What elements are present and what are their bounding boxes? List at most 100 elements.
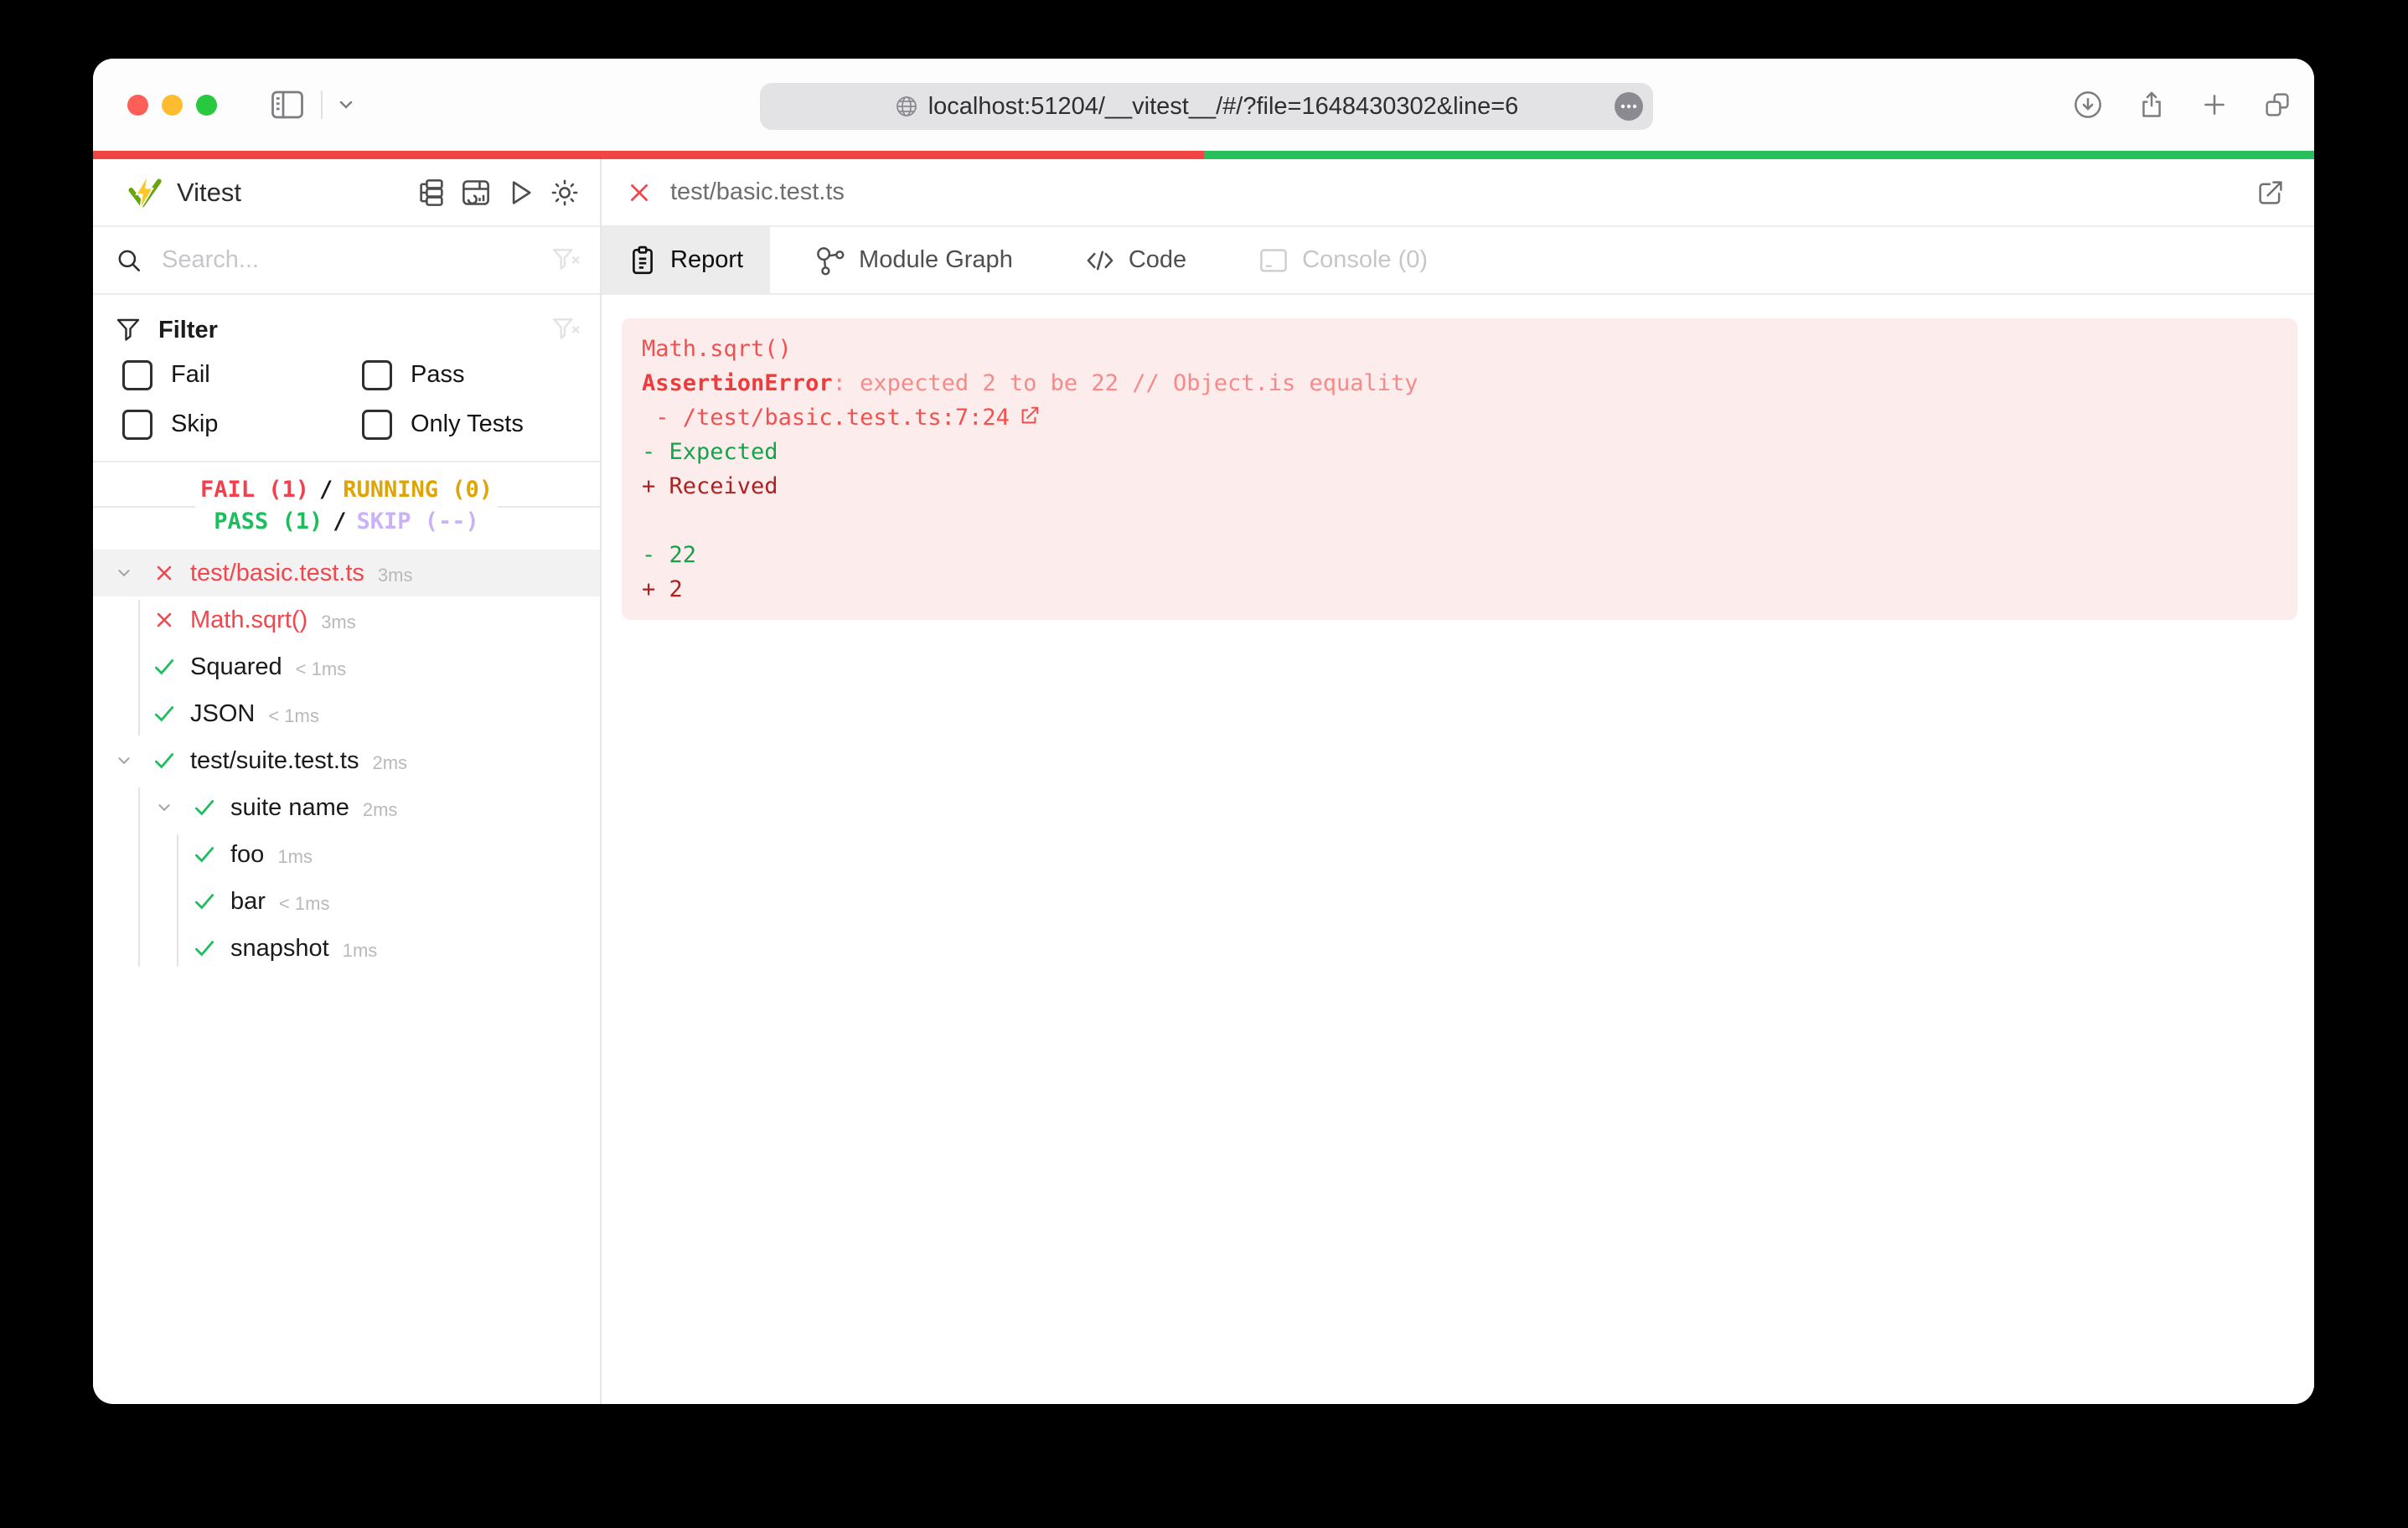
stack-trace-line: - /test/basic.test.ts:7:24 [642,405,1040,431]
test-label: test/suite.test.ts [190,746,359,774]
chevron-down-icon[interactable] [110,750,138,772]
list-tree-icon[interactable] [416,178,447,208]
close-window-button[interactable] [127,94,148,116]
test-label: suite name [230,793,349,821]
test-duration: 2ms [362,799,398,820]
test-tree-row[interactable]: test/basic.test.ts 3ms [93,550,600,596]
filter-option-skip[interactable]: Skip [122,400,362,449]
browser-window: localhost:51204/__vitest__/#/?file=16484… [93,59,2314,1404]
test-duration: 1ms [277,846,313,867]
filter-panel: Filter Fail Pass Skip Only Tests [93,295,600,462]
tab-report[interactable]: Report [602,227,771,293]
pass-icon [150,654,178,679]
checkbox-only-tests[interactable] [362,409,392,440]
summary-separator: / [333,508,347,534]
tab-label: Report [670,246,744,273]
chevron-down-icon[interactable] [336,95,356,115]
filter-option-fail[interactable]: Fail [122,350,362,400]
chevron-down-icon[interactable] [110,562,138,584]
share-icon[interactable] [2137,90,2167,120]
test-duration: < 1ms [278,893,330,914]
filter-option-only-tests[interactable]: Only Tests [362,400,581,449]
filter-option-pass[interactable]: Pass [362,350,581,400]
url-text: localhost:51204/__vitest__/#/?file=16484… [928,92,1519,120]
tab-overview-icon[interactable] [2262,90,2292,120]
test-duration: 1ms [342,940,378,961]
open-in-editor-icon[interactable] [1018,405,1040,427]
chevron-down-icon[interactable] [150,797,178,818]
new-tab-icon[interactable] [2200,90,2229,119]
address-bar[interactable]: localhost:51204/__vitest__/#/?file=16484… [760,83,1653,130]
checkbox-pass[interactable] [362,359,392,390]
globe-icon [895,95,918,118]
checkbox-fail[interactable] [122,359,152,390]
sidebar: Vitest Search... Filter Fail Pass Skip O… [93,159,602,1404]
minimize-window-button[interactable] [162,94,183,116]
report-view: Math.sqrt() AssertionError: expected 2 t… [602,295,2314,1404]
pass-icon [190,889,219,914]
progress-fail-segment [93,151,1204,159]
test-duration: 3ms [321,612,356,632]
funnel-icon [115,317,143,343]
search-bar [93,227,600,295]
diff-received-label: + Received [642,473,778,499]
test-tree-row[interactable]: snapshot 1ms [93,925,600,972]
fail-icon [150,561,178,585]
main-panel: test/basic.test.ts Report Module Graph C… [602,159,2314,1404]
test-tree: test/basic.test.ts 3ms Math.sqrt() 3ms S… [93,550,600,1404]
tab-console[interactable]: Console (0) [1232,227,1455,293]
error-name: AssertionError [642,370,833,396]
test-label: foo [230,840,265,868]
page-settings-button[interactable] [1615,92,1643,121]
filter-header: Filter [115,310,581,350]
tab-label: Code [1128,246,1187,273]
pass-icon [190,795,219,820]
vitest-logo-icon [125,173,163,212]
search-input[interactable] [160,245,551,275]
test-tree-row[interactable]: JSON < 1ms [93,690,600,737]
test-label: Math.sqrt() [190,606,308,633]
summary-separator: / [318,477,333,503]
tab-module-graph[interactable]: Module Graph [788,227,1040,293]
search-icon [115,246,143,275]
sidebar-toggle-icon[interactable] [271,90,304,120]
tab-label: Module Graph [859,246,1013,273]
clear-search-filter-icon[interactable] [551,245,581,276]
stack-trace-link[interactable]: /test/basic.test.ts:7:24 [683,405,1010,431]
summary-line-1: FAIL (1) / RUNNING (0) [181,474,512,506]
zoom-window-button[interactable] [196,94,217,116]
test-summary: FAIL (1) / RUNNING (0) PASS (1) / SKIP (--) [93,462,600,550]
dashboard-icon[interactable] [461,178,491,208]
window-controls [127,94,217,116]
test-tree-row[interactable]: bar < 1ms [93,878,600,925]
diff-expected-label: - Expected [642,439,778,465]
test-tree-row[interactable]: Math.sqrt() 3ms [93,596,600,643]
view-tabs: Report Module Graph Code Console (0) [602,227,2314,295]
downloads-icon[interactable] [2073,90,2103,120]
test-tree-row[interactable]: foo 1ms [93,831,600,878]
toolbar-separator [321,90,323,119]
run-all-icon[interactable] [505,178,535,208]
test-label: Squared [190,653,282,680]
clipboard-icon [628,245,657,276]
test-tree-row[interactable]: test/suite.test.ts 2ms [93,737,600,784]
test-tree-row[interactable]: suite name 2ms [93,784,600,831]
toolbar-actions [2073,59,2292,151]
screenshot-root: { "browser": { "url": "localhost:51204/_… [0,0,2408,1528]
test-tree-row[interactable]: Squared < 1ms [93,643,600,690]
checkbox-skip[interactable] [122,409,152,440]
theme-toggle-icon[interactable] [550,178,580,208]
test-duration: < 1ms [295,658,347,679]
browser-toolbar: localhost:51204/__vitest__/#/?file=16484… [93,59,2314,151]
filter-title: Filter [158,316,218,343]
sidebar-header: Vitest [93,159,600,227]
clear-filters-icon[interactable] [551,315,581,345]
pass-icon [190,842,219,867]
open-in-editor-icon[interactable] [2256,178,2286,208]
file-header: test/basic.test.ts [602,159,2314,227]
tab-label: Console (0) [1302,246,1429,273]
code-icon [1085,245,1115,276]
diff-received-value: + 2 [642,576,683,602]
fail-count: FAIL (1) [199,477,309,503]
tab-code[interactable]: Code [1058,227,1213,293]
